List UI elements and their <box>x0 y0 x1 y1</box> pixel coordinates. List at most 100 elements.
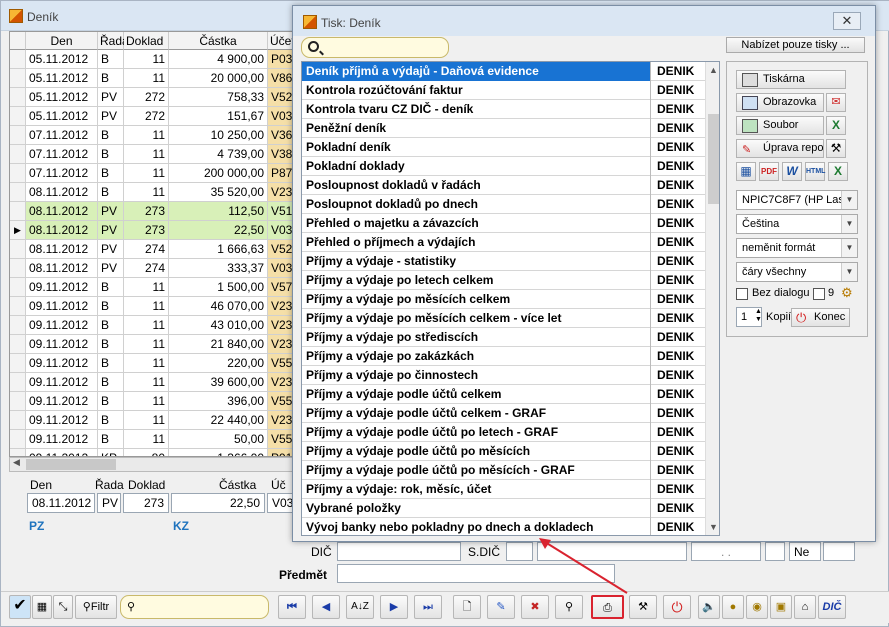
report-list-item[interactable]: Posloupnost dokladů v řadách DENIK <box>302 176 705 195</box>
grid-header-rada[interactable]: Řada <box>98 32 129 50</box>
cell-ucet[interactable]: P87 <box>268 164 293 183</box>
report-name[interactable]: Vývoj banky nebo pokladny po dnech a dok… <box>302 518 651 535</box>
row-indicator[interactable] <box>10 316 26 335</box>
report-name[interactable]: Přehled o majetku a závazcích <box>302 214 651 233</box>
row-indicator[interactable] <box>10 107 26 126</box>
row-indicator[interactable] <box>10 411 26 430</box>
cell-castka[interactable]: 1 666,63 <box>169 240 268 259</box>
cell-doklad[interactable]: 11 <box>124 278 169 297</box>
cell-den[interactable]: 08.11.2012 <box>26 259 98 278</box>
cell-doklad[interactable]: 11 <box>124 373 169 392</box>
report-list-item[interactable]: Příjmy a výdaje po letech celkem DENIK <box>302 271 705 290</box>
cell-doklad[interactable]: 273 <box>124 202 169 221</box>
cell-den[interactable]: 09.11.2012 <box>26 335 98 354</box>
chevron-down-icon[interactable]: ▼ <box>841 191 857 209</box>
report-list-item[interactable]: Posloupnot dokladů po dnech DENIK <box>302 195 705 214</box>
report-code[interactable]: DENIK <box>652 404 705 423</box>
report-name[interactable]: Příjmy a výdaje - statistiky <box>302 252 651 271</box>
sort-icon[interactable]: A↓Z <box>346 595 374 619</box>
grid-header-castka[interactable]: Částka <box>169 32 268 50</box>
table-row[interactable]: 07.11.2012 B 11 200 000,00 P87 <box>10 164 293 183</box>
report-name[interactable]: Příjmy a výdaje podle účtů celkem <box>302 385 651 404</box>
report-name[interactable]: Pokladní doklady <box>302 157 651 176</box>
filter-button[interactable]: ⚲Filtr <box>75 595 117 619</box>
dic-field[interactable] <box>337 542 461 561</box>
cell-ucet[interactable]: V52 <box>268 88 293 107</box>
row-indicator[interactable] <box>10 335 26 354</box>
grid-view-icon[interactable]: ▦ <box>32 595 52 619</box>
report-name[interactable]: Příjmy a výdaje podle účtů celkem - GRAF <box>302 404 651 423</box>
report-name[interactable]: Příjmy a výdaje: rok, měsíc, účet <box>302 480 651 499</box>
cell-doklad[interactable]: 274 <box>124 259 169 278</box>
report-list-item[interactable]: Vybrané položky DENIK <box>302 499 705 518</box>
report-list-item[interactable]: Pokladní deník DENIK <box>302 138 705 157</box>
report-code[interactable]: DENIK <box>652 480 705 499</box>
report-name[interactable]: Příjmy a výdaje podle účtů po měsících -… <box>302 461 651 480</box>
table-row[interactable]: 09.11.2012 B 11 22 440,00 V23 <box>10 411 293 430</box>
cell-den[interactable]: 08.11.2012 <box>26 183 98 202</box>
cell-den[interactable]: 05.11.2012 <box>26 50 98 69</box>
new-record-icon[interactable]: 🗋 <box>453 595 481 619</box>
report-code[interactable]: DENIK <box>652 366 705 385</box>
report-code[interactable]: DENIK <box>652 385 705 404</box>
cell-ucet[interactable]: V23 <box>268 183 293 202</box>
table-row[interactable]: 07.11.2012 B 11 10 250,00 V36 <box>10 126 293 145</box>
cell-castka[interactable]: 396,00 <box>169 392 268 411</box>
cell-rada[interactable]: B <box>98 50 124 69</box>
cell-rada[interactable]: PV <box>98 240 124 259</box>
scroll-thumb[interactable] <box>26 459 116 470</box>
close-icon[interactable]: ✕ <box>833 12 861 30</box>
chevron-down-icon[interactable]: ▼ <box>841 239 857 257</box>
grid-horizontal-scrollbar[interactable]: ◀ <box>9 457 294 472</box>
printer-output-button[interactable]: Tiskárna <box>736 70 846 89</box>
cell-ucet[interactable]: V55 <box>268 392 293 411</box>
cell-doklad[interactable]: 11 <box>124 145 169 164</box>
report-code[interactable]: DENIK <box>652 214 705 233</box>
table-row[interactable]: ▶ 08.11.2012 PV 273 22,50 V03 <box>10 221 293 240</box>
extra-field[interactable] <box>823 542 855 561</box>
report-list-item[interactable]: Kontrola rozúčtování faktur DENIK <box>302 81 705 100</box>
grid-header-den[interactable]: Den <box>26 32 98 50</box>
printer-select[interactable]: NPIC7C8F7 (HP Lase ▼ <box>736 190 858 210</box>
detail-castka-field[interactable]: 22,50 <box>171 493 265 513</box>
report-code[interactable]: DENIK <box>652 423 705 442</box>
scroll-up-icon[interactable]: ▲ <box>709 65 718 75</box>
detail-rada-field[interactable]: PV <box>97 493 121 513</box>
copies-spinner-icon[interactable]: ▲ ▼ <box>755 308 762 324</box>
report-code[interactable]: DENIK <box>652 195 705 214</box>
cell-doklad[interactable]: 272 <box>124 107 169 126</box>
row-indicator[interactable] <box>10 392 26 411</box>
next-record-icon[interactable]: ▶ <box>380 595 408 619</box>
cell-rada[interactable]: B <box>98 126 124 145</box>
report-list-item[interactable]: Příjmy a výdaje po zakázkách DENIK <box>302 347 705 366</box>
cell-rada[interactable]: B <box>98 373 124 392</box>
cell-ucet[interactable]: V03 <box>268 221 293 240</box>
cell-castka[interactable]: 21 840,00 <box>169 335 268 354</box>
report-list-item[interactable]: Vývoj banky nebo pokladny po dnech a dok… <box>302 518 705 535</box>
file-output-button[interactable]: Soubor <box>736 116 824 135</box>
edit-report-button[interactable]: ✎ Úprava repor <box>736 139 824 158</box>
cell-castka[interactable]: 220,00 <box>169 354 268 373</box>
row-indicator[interactable] <box>10 259 26 278</box>
report-list-item[interactable]: Příjmy a výdaje podle účtů celkem - GRAF… <box>302 404 705 423</box>
cell-doklad[interactable]: 11 <box>124 126 169 145</box>
cell-ucet[interactable]: V55 <box>268 430 293 449</box>
cell-ucet[interactable]: V55 <box>268 354 293 373</box>
cell-den[interactable]: 09.11.2012 <box>26 392 98 411</box>
scroll-left-icon[interactable]: ◀ <box>13 457 20 468</box>
date-mask-field[interactable]: . . <box>691 542 761 561</box>
table-row[interactable]: 09.11.2012 B 11 39 600,00 V23 <box>10 373 293 392</box>
cell-castka[interactable]: 10 250,00 <box>169 126 268 145</box>
report-code[interactable]: DENIK <box>652 157 705 176</box>
cell-doklad[interactable]: 272 <box>124 88 169 107</box>
small-field[interactable] <box>765 542 785 561</box>
report-name[interactable]: Kontrola rozúčtování faktur <box>302 81 651 100</box>
report-search-input[interactable] <box>301 37 449 58</box>
scroll-thumb[interactable] <box>708 114 719 204</box>
report-code[interactable]: DENIK <box>652 119 705 138</box>
report-name[interactable]: Příjmy a výdaje po měsících celkem <box>302 290 651 309</box>
report-name[interactable]: Příjmy a výdaje podle účtů po měsících <box>302 442 651 461</box>
confirm-check-icon[interactable]: ✔ <box>9 595 31 619</box>
row-indicator[interactable] <box>10 449 26 456</box>
cell-ucet[interactable]: V36 <box>268 126 293 145</box>
